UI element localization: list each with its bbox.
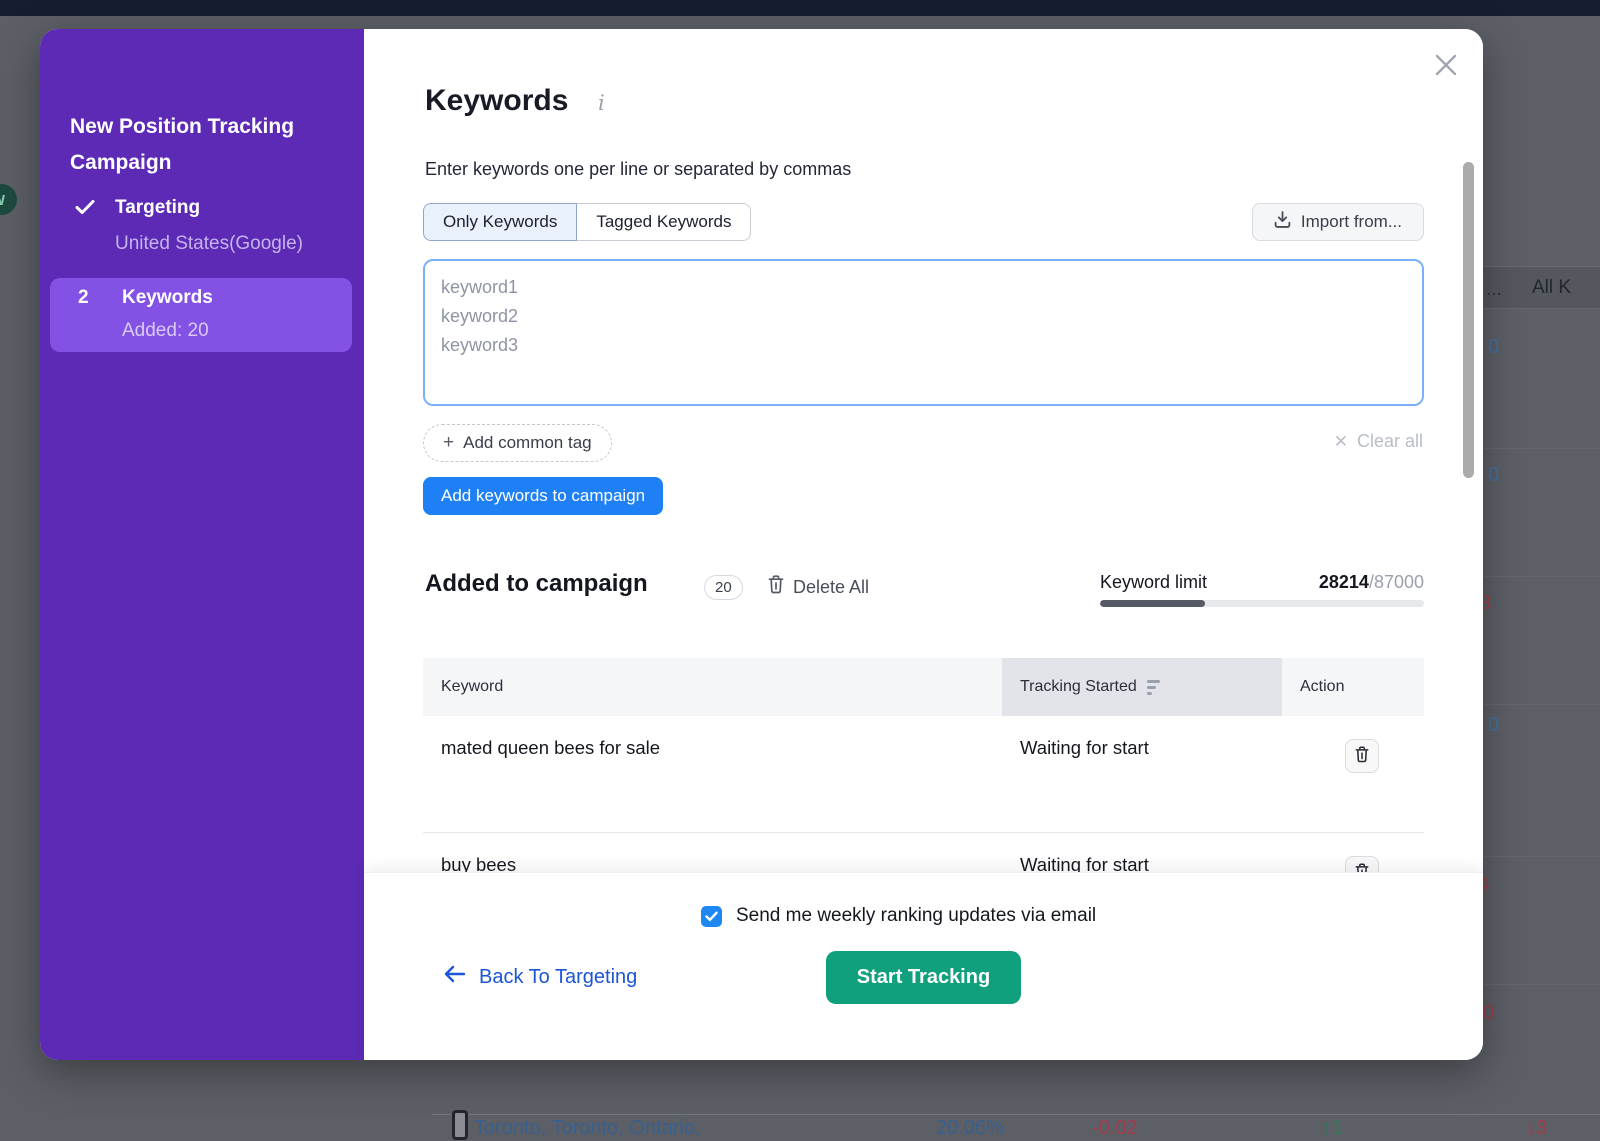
added-to-campaign-title: Added to campaign bbox=[425, 570, 648, 598]
wizard-step-keywords-detail: Added: 20 bbox=[122, 320, 209, 342]
wizard-step-number: 2 bbox=[78, 287, 89, 309]
keyword-cell: mated queen bees for sale bbox=[423, 716, 1002, 759]
action-cell bbox=[1282, 716, 1424, 773]
background-rank-down-value: ↓3 bbox=[1526, 1117, 1547, 1140]
import-from-button[interactable]: Import from... bbox=[1252, 203, 1424, 241]
import-from-label: Import from... bbox=[1301, 212, 1402, 232]
wizard-title: New Position Tracking Campaign bbox=[70, 109, 340, 181]
keyword-limit-label: Keyword limit bbox=[1100, 572, 1207, 593]
keyword-limit-value: 28214/87000 bbox=[1319, 572, 1424, 593]
add-keywords-button[interactable]: Add keywords to campaign bbox=[423, 477, 663, 515]
wizard-step-targeting-detail: United States(Google) bbox=[115, 233, 303, 255]
modal-footer: Send me weekly ranking updates via email… bbox=[364, 872, 1483, 1060]
tab-only-keywords[interactable]: Only Keywords bbox=[423, 203, 577, 241]
column-header-action-label: Action bbox=[1300, 678, 1344, 696]
column-header-action: Action bbox=[1282, 658, 1424, 716]
download-icon bbox=[1274, 211, 1291, 233]
column-header-tracking-started[interactable]: Tracking Started bbox=[1002, 658, 1282, 716]
clear-all-button[interactable]: ✕ Clear all bbox=[1334, 431, 1423, 452]
keywords-mode-tabs: Only Keywords Tagged Keywords bbox=[423, 203, 751, 241]
background-column-ellipsis: ... bbox=[1486, 279, 1502, 301]
screen: New ... All K 0 0 ↓3 0 ↓4 ↓10 Toronto, T… bbox=[0, 0, 1600, 1141]
new-badge: New bbox=[0, 184, 17, 215]
background-cell: 0 bbox=[1488, 464, 1499, 487]
table-header-row: Keyword Tracking Started Action bbox=[423, 658, 1424, 716]
new-campaign-modal: New Position Tracking Campaign Targeting… bbox=[40, 29, 1483, 1060]
wizard-step-keywords-label: Keywords bbox=[122, 287, 213, 309]
check-icon bbox=[74, 196, 96, 218]
trash-icon bbox=[768, 575, 784, 599]
close-icon bbox=[1432, 67, 1460, 82]
delete-all-button[interactable]: Delete All bbox=[768, 575, 869, 599]
wizard-sidebar: New Position Tracking Campaign Targeting… bbox=[40, 29, 364, 1060]
background-row-divider bbox=[1483, 576, 1600, 577]
background-row-divider bbox=[1483, 704, 1600, 705]
email-updates-checkbox[interactable] bbox=[701, 906, 722, 927]
wizard-step-keywords[interactable]: 2 Keywords Added: 20 bbox=[50, 278, 352, 352]
background-visibility-value: 20.06% bbox=[936, 1117, 1004, 1140]
background-rank-up-value: ↑1 bbox=[1322, 1117, 1343, 1140]
background-column-all-keywords: All K bbox=[1532, 277, 1571, 299]
keywords-panel: Keywords i Enter keywords one per line o… bbox=[364, 29, 1483, 1060]
status-cell: Waiting for start bbox=[1002, 833, 1282, 876]
info-icon[interactable]: i bbox=[598, 91, 605, 115]
background-table-header: ... All K bbox=[1483, 266, 1600, 309]
background-row-divider bbox=[432, 1114, 1600, 1115]
table-row: mated queen bees for sale Waiting for st… bbox=[423, 716, 1424, 833]
background-row-divider bbox=[1483, 856, 1600, 857]
keyword-limit-progress-fill bbox=[1100, 600, 1205, 607]
column-header-keyword[interactable]: Keyword bbox=[423, 658, 1002, 716]
top-navigation-bar bbox=[0, 0, 1600, 16]
clear-all-label: Clear all bbox=[1357, 431, 1423, 452]
keyword-limit-used: 28214 bbox=[1319, 572, 1369, 592]
status-cell: Waiting for start bbox=[1002, 716, 1282, 759]
add-common-tag-button[interactable]: + Add common tag bbox=[423, 424, 612, 462]
keyword-limit-progressbar bbox=[1100, 600, 1424, 607]
add-common-tag-label: Add common tag bbox=[463, 433, 592, 453]
keyword-cell: buy bees bbox=[423, 833, 1002, 876]
column-header-keyword-label: Keyword bbox=[441, 678, 503, 696]
background-location-link: Toronto, Toronto, Ontario, bbox=[474, 1117, 700, 1140]
column-header-tracking-label: Tracking Started bbox=[1020, 678, 1137, 696]
email-updates-label: Send me weekly ranking updates via email bbox=[736, 905, 1096, 927]
tab-tagged-keywords[interactable]: Tagged Keywords bbox=[577, 203, 751, 241]
keywords-instructions: Enter keywords one per line or separated… bbox=[425, 159, 851, 180]
background-delta-value: -0.02 bbox=[1092, 1117, 1138, 1140]
background-cell: 0 bbox=[1488, 714, 1499, 737]
wizard-step-targeting[interactable]: Targeting bbox=[115, 197, 200, 219]
added-count-badge: 20 bbox=[704, 575, 743, 600]
page-title: Keywords bbox=[425, 84, 568, 118]
modal-scrollbar[interactable] bbox=[1463, 162, 1474, 478]
arrow-left-icon bbox=[443, 965, 466, 989]
clear-icon: ✕ bbox=[1334, 432, 1348, 452]
delete-keyword-button[interactable] bbox=[1345, 739, 1379, 773]
email-updates-option: Send me weekly ranking updates via email bbox=[701, 905, 1096, 927]
back-to-targeting-link[interactable]: Back To Targeting bbox=[443, 965, 637, 989]
background-row-divider bbox=[1483, 448, 1600, 449]
sort-descending-icon bbox=[1147, 680, 1160, 695]
keyword-limit-total: /87000 bbox=[1369, 572, 1424, 592]
background-row-divider bbox=[1483, 984, 1600, 985]
mobile-device-icon bbox=[452, 1110, 468, 1140]
close-button[interactable] bbox=[1431, 51, 1461, 81]
plus-icon: + bbox=[443, 432, 454, 454]
start-tracking-button[interactable]: Start Tracking bbox=[826, 951, 1021, 1004]
keywords-input[interactable] bbox=[423, 259, 1424, 406]
back-to-targeting-label: Back To Targeting bbox=[479, 966, 637, 989]
trash-icon bbox=[1355, 746, 1369, 766]
background-cell: 0 bbox=[1488, 336, 1499, 359]
delete-all-label: Delete All bbox=[793, 577, 869, 598]
